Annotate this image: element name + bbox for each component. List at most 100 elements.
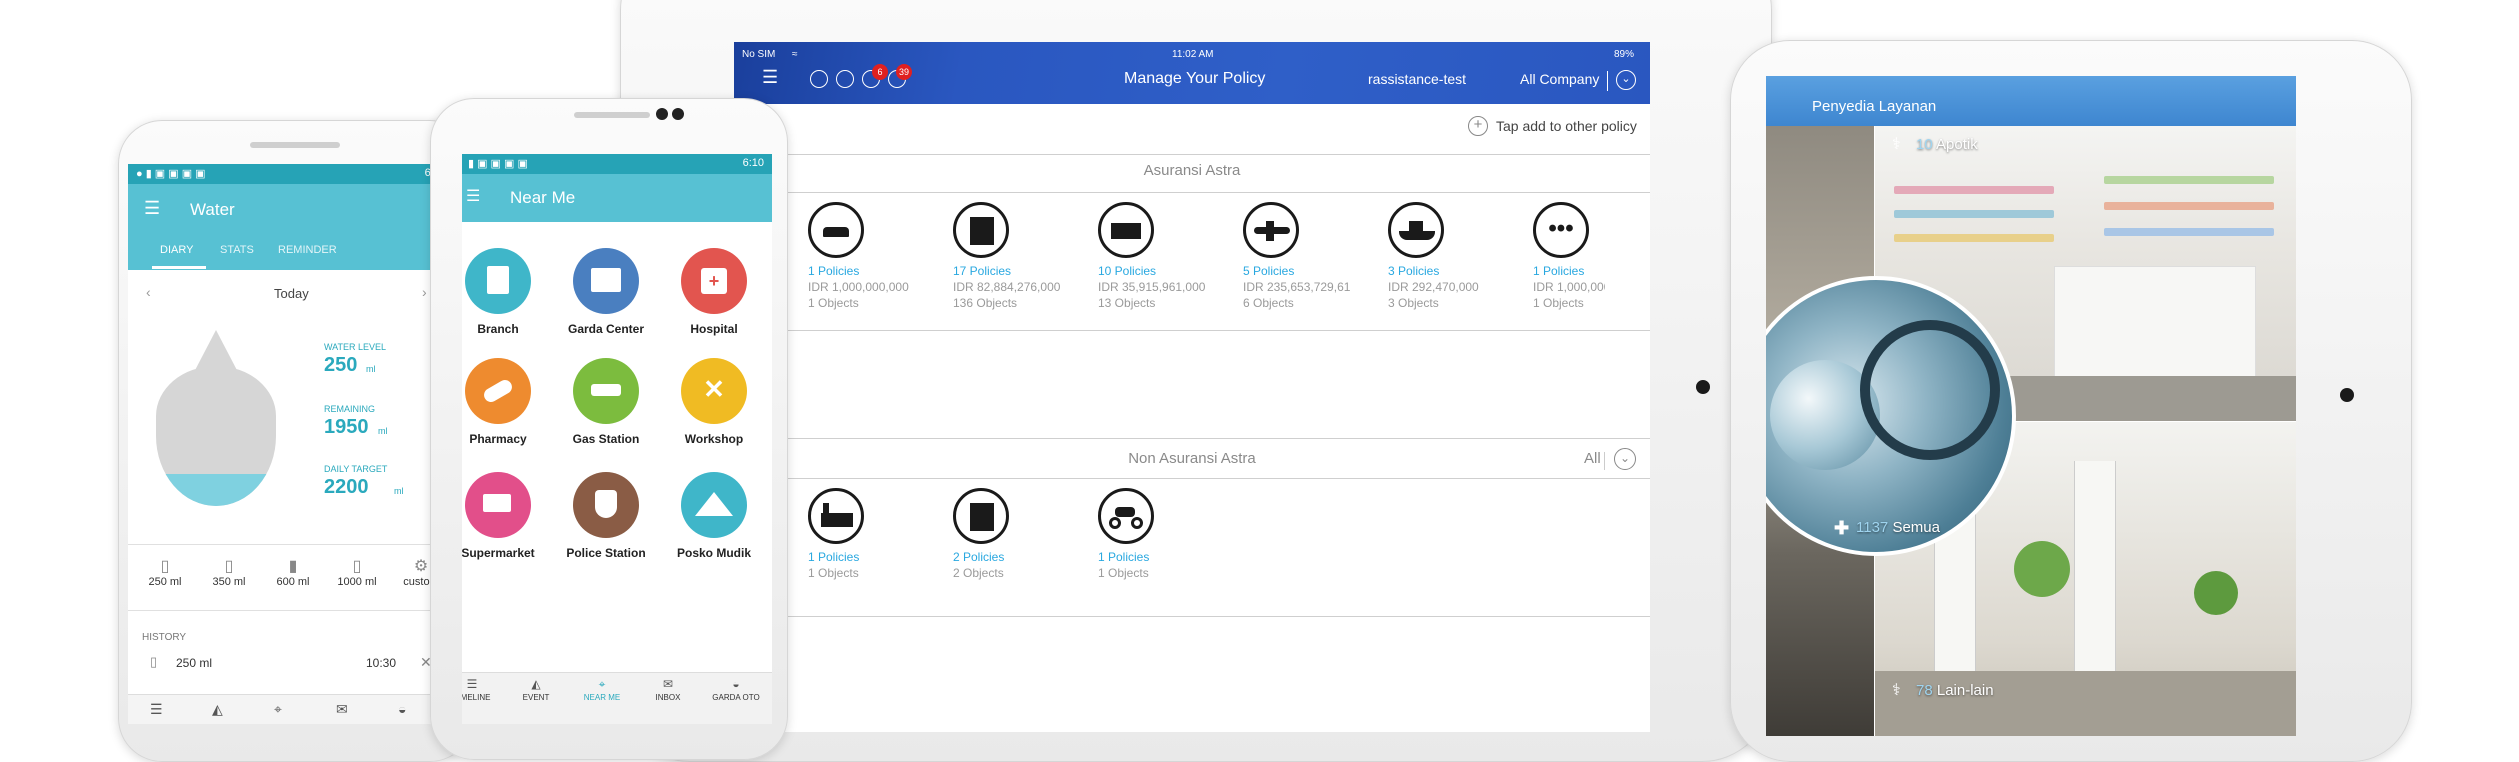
history-amount: 250 ml xyxy=(176,656,213,670)
near-supermarket[interactable]: Supermarket xyxy=(462,472,548,560)
mail-icon[interactable] xyxy=(810,70,828,88)
cross-icon: ✚ xyxy=(1834,518,1850,538)
object-count: 1 Objects xyxy=(808,296,859,310)
near-label: Posko Mudik xyxy=(676,546,751,560)
tablet-center-screen: No SIM ≈ 11:02 AM 89% ☰ 6 39 Manage Your… xyxy=(734,42,1650,732)
near-label: Hospital xyxy=(690,322,738,336)
near-label: Garda Center xyxy=(567,322,645,336)
policy-card[interactable]: 1 Policies 1 Objects xyxy=(808,488,948,580)
user-name: rassistance-test xyxy=(1368,71,1467,87)
policy-card[interactable]: 2 Policies 2 Objects xyxy=(953,488,1093,580)
water-level-label: WATER LEVEL xyxy=(324,342,387,352)
chevron-left-icon[interactable]: ‹ xyxy=(146,284,151,300)
chevron-right-icon[interactable]: › xyxy=(422,284,427,300)
day-label: Today xyxy=(274,286,309,301)
cup-label: 350 ml xyxy=(212,576,246,588)
nav-label: EVENT xyxy=(522,693,550,702)
refresh-icon[interactable] xyxy=(836,70,854,88)
tab-reminder[interactable]: REMINDER xyxy=(278,244,337,256)
bottom-nav: ☰ ◭ ⌖ ✉ ◒ xyxy=(128,694,454,724)
pharmacy-icon: ⚕ xyxy=(1892,136,1901,153)
near-gas-station[interactable]: Gas Station xyxy=(556,358,656,446)
cup-label: 1000 ml xyxy=(337,576,377,588)
provider-title: Penyedia Layanan xyxy=(1812,98,1937,115)
workshop-icon: ✕ xyxy=(681,358,747,424)
chevron-down-icon[interactable]: ⌄ xyxy=(1616,70,1636,90)
near-posko-mudik[interactable]: Posko Mudik xyxy=(664,472,764,560)
nav-garda-oto[interactable]: ◒ GARDA OTO xyxy=(706,673,766,702)
policy-card[interactable]: 1 Policies 1 Objects xyxy=(1098,488,1238,580)
menu-icon[interactable]: ☰ xyxy=(144,198,160,219)
inbox-icon[interactable]: ✉ xyxy=(336,701,348,718)
policy-card[interactable]: 10 Policies IDR 35,915,961,000 13 Object… xyxy=(1098,202,1238,310)
ship-icon xyxy=(1388,202,1444,258)
policy-count: 1 Policies xyxy=(808,550,860,564)
tablet-right-camera xyxy=(2340,388,2354,402)
cup-icon: ▯ xyxy=(150,654,158,669)
water-level-value: 250 xyxy=(324,354,358,376)
policy-count: 17 Policies xyxy=(953,264,1012,278)
battery-text: 89% xyxy=(1614,49,1635,60)
cup-option[interactable]: ▯ 250 ml xyxy=(134,556,196,588)
location-icon: ⌖ xyxy=(598,677,606,691)
company-selector[interactable]: All Company xyxy=(1520,71,1599,87)
nav-event[interactable]: ◭ EVENT xyxy=(506,673,566,702)
phone-speaker xyxy=(250,142,340,148)
near-workshop[interactable]: ✕ Workshop xyxy=(664,358,764,446)
near-me-screen: ▮ ▣ ▣ ▣ ▣ 6:10 ☰ Near Me Branch Garda Ce… xyxy=(462,154,772,724)
menu-icon[interactable]: ☰ xyxy=(466,186,480,206)
cup-option[interactable]: ▯ 350 ml xyxy=(198,556,260,588)
chevron-down-icon[interactable]: ⌄ xyxy=(1614,448,1636,470)
object-count: 2 Objects xyxy=(953,566,1004,580)
near-pharmacy[interactable]: Pharmacy xyxy=(462,358,548,446)
object-count: 3 Objects xyxy=(1388,296,1439,310)
divider xyxy=(128,544,454,545)
object-count: 6 Objects xyxy=(1243,296,1294,310)
tab-stats[interactable]: STATS xyxy=(220,244,254,256)
garda-center-icon xyxy=(573,248,639,314)
more-icon: ••• xyxy=(1533,202,1589,258)
policy-card[interactable]: 5 Policies IDR 235,653,729,61 6 Objects xyxy=(1243,202,1383,310)
policy-count: 1 Policies xyxy=(1533,264,1585,278)
event-icon[interactable]: ◭ xyxy=(212,701,223,718)
divider xyxy=(734,616,1650,617)
policy-card[interactable]: 17 Policies IDR 82,884,276,000 136 Objec… xyxy=(953,202,1093,310)
near-branch[interactable]: Branch xyxy=(462,248,548,336)
cup-option[interactable]: ▯ 1000 ml xyxy=(326,556,388,588)
cup-label: 250 ml xyxy=(148,576,182,588)
police-badge-icon xyxy=(573,472,639,538)
nav-inbox[interactable]: ✉ INBOX xyxy=(638,673,698,702)
near-hospital[interactable]: + Hospital xyxy=(664,248,764,336)
near-police-station[interactable]: Police Station xyxy=(556,472,656,560)
divider xyxy=(1607,71,1608,91)
cup-option[interactable]: ▮ 600 ml xyxy=(262,556,324,588)
hospital-icon: + xyxy=(681,248,747,314)
airplane-icon xyxy=(1243,202,1299,258)
policy-card[interactable]: ••• 1 Policies IDR 1,000,000 1 Objects xyxy=(1533,202,1650,310)
nav-timeline[interactable]: ☰ TIMELINE xyxy=(462,673,502,702)
carrier-text: No SIM xyxy=(742,49,776,60)
policy-card[interactable]: 1 Policies IDR 1,000,000,000 1 Objects xyxy=(808,202,948,310)
near-label: Workshop xyxy=(684,432,744,446)
divider xyxy=(734,330,1650,331)
building-icon xyxy=(953,202,1009,258)
nav-near-me[interactable]: ⌖ NEAR ME xyxy=(572,673,632,702)
nav-label: INBOX xyxy=(655,693,681,702)
tab-diary[interactable]: DIARY xyxy=(160,244,193,256)
policy-card[interactable]: 3 Policies IDR 292,470,000 3 Objects xyxy=(1388,202,1528,310)
add-policy-link[interactable]: Tap add to other policy xyxy=(1496,118,1637,134)
timeline-icon[interactable]: ☰ xyxy=(150,701,163,718)
menu-icon[interactable]: ☰ xyxy=(762,68,778,86)
add-icon[interactable]: + xyxy=(1468,116,1488,136)
daily-target-unit: ml xyxy=(394,486,404,496)
remaining-label: REMAINING xyxy=(324,404,376,414)
policy-amount: IDR 292,470,000 xyxy=(1388,280,1479,294)
provider-label: Apotik xyxy=(1936,136,1978,153)
event-icon: ◭ xyxy=(531,677,541,691)
policy-count: 1 Policies xyxy=(1098,550,1150,564)
jug-icon: ▯ xyxy=(352,558,362,575)
location-icon[interactable]: ⌖ xyxy=(274,701,282,718)
filter-selector[interactable]: All xyxy=(1584,450,1601,467)
car-icon[interactable]: ◒ xyxy=(398,701,406,717)
near-garda-center[interactable]: Garda Center xyxy=(556,248,656,336)
